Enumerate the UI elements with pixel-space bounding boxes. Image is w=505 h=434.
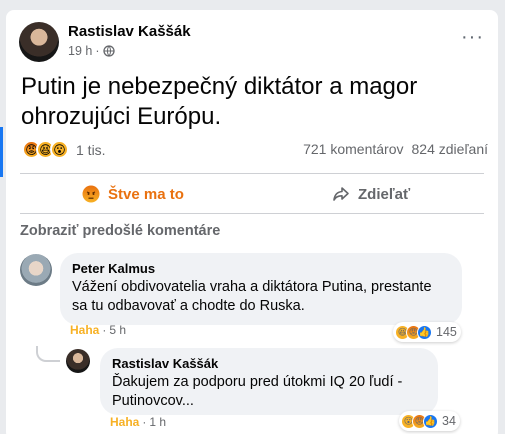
reply-author[interactable]: Rastislav Kaššák [112,356,426,371]
post-time[interactable]: 19 h [68,44,92,58]
reaction-count[interactable]: 1 tis. [76,142,106,158]
comment-footer: Haha · 5 h [70,323,126,337]
share-button[interactable]: Zdieľať [332,179,410,209]
share-button-label: Zdieľať [358,185,411,203]
author-avatar[interactable] [19,22,59,62]
commenter-avatar[interactable] [20,254,52,286]
like-icon: 👍 [417,324,432,340]
reply-bubble: Rastislav Kaššák Ďakujem za podporu pred… [100,348,438,415]
footer-separator: · [142,415,147,429]
divider [20,173,484,174]
reply-author-avatar[interactable] [66,349,90,373]
comment-time[interactable]: 5 h [109,323,126,337]
comment-reaction-total: 145 [436,325,457,339]
divider [20,213,484,214]
angry-emoji-icon [82,185,100,203]
post-author-name[interactable]: Rastislav Kaššák [68,23,191,40]
post-reactions[interactable]: 😡 😆 😮 1 tis. [22,140,106,159]
footer-separator: · [102,323,107,337]
meta-separator: · [95,44,100,58]
comment-text: Vážení obdivovatelia vraha a diktátora P… [72,279,432,314]
post-meta: 19 h · [68,44,115,58]
view-previous-comments-link[interactable]: Zobraziť predošlé komentáre [20,223,220,239]
comment-bubble: Peter Kalmus Vážení obdivovatelia vraha … [60,253,462,325]
share-arrow-icon [332,186,350,202]
like-icon: 👍 [423,413,438,429]
reply-reaction-total: 34 [442,414,456,428]
post-card: Rastislav Kaššák 19 h · ··· Putin je neb… [0,10,498,434]
post-text: Putin je nebezpečný diktátor a magor ohr… [21,73,418,130]
comment-reactions[interactable]: 😆 😡 👍 145 [393,322,461,342]
shares-count[interactable]: 824 zdieľaní [412,141,488,157]
globe-icon [102,45,115,57]
reply-footer: Haha · 1 h [110,415,166,429]
comment-react-label[interactable]: Haha [70,323,99,337]
reply-react-label[interactable]: Haha [110,415,139,429]
reply-thread-line [36,346,60,362]
accent-bar [0,127,3,177]
reply-text: Ďakujem za podporu pred útokmi IQ 20 ľud… [112,374,403,409]
more-options-icon[interactable]: ··· [461,27,484,47]
react-button-label: Štve ma to [108,185,184,203]
reply-reactions[interactable]: 😮 😡 👍 34 [399,411,460,431]
comment-author[interactable]: Peter Kalmus [72,261,450,276]
post-stats: 721 komentárov 824 zdieľaní [303,141,488,157]
reply-time[interactable]: 1 h [149,415,166,429]
wow-emoji-icon: 😮 [50,140,69,159]
react-button[interactable]: Štve ma to [82,179,184,209]
comments-count[interactable]: 721 komentárov [303,141,403,157]
